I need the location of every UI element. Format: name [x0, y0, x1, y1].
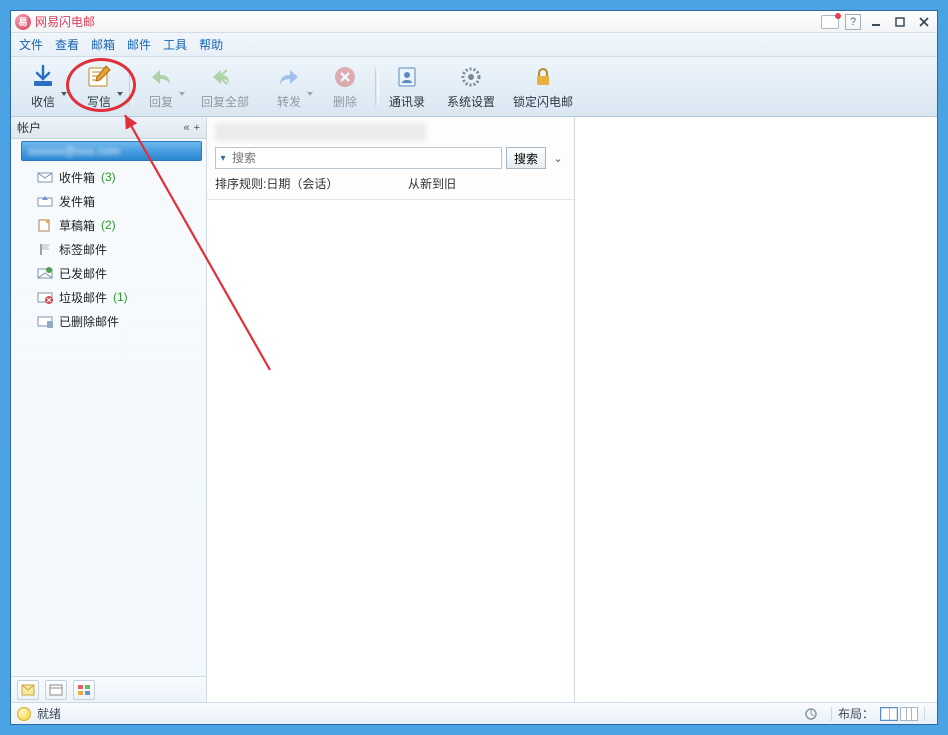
contacts-icon	[393, 63, 421, 91]
reply-button: 回复	[133, 60, 189, 114]
search-button[interactable]: 搜索	[506, 147, 546, 169]
folder-item[interactable]: 草稿箱 (2)	[37, 213, 206, 237]
bulb-icon	[17, 707, 31, 721]
menubar: 文件 查看 邮箱 邮件 工具 帮助	[11, 33, 937, 57]
folder-icon	[37, 217, 53, 233]
chevron-down-icon[interactable]	[117, 92, 123, 96]
chevron-down-icon	[307, 92, 313, 96]
compose-button[interactable]: 写信	[71, 60, 127, 114]
menu-view[interactable]: 查看	[55, 36, 79, 53]
folder-item[interactable]: 垃圾邮件 (1)	[37, 285, 206, 309]
minimize-button[interactable]	[867, 15, 885, 29]
sidebar-header: 帐户	[17, 119, 179, 136]
delete-icon	[331, 63, 359, 91]
reply-all-button: 回复全部	[189, 60, 261, 114]
sync-icon[interactable]	[803, 707, 819, 721]
chevron-down-icon	[179, 92, 185, 96]
contacts-button[interactable]: 通讯录	[379, 60, 435, 114]
toolbar: 收信 写信 回复 回复全部 转发	[11, 57, 937, 117]
folder-count: (1)	[113, 290, 128, 304]
status-text: 就绪	[37, 705, 61, 722]
layout-vertical-button[interactable]	[900, 707, 918, 721]
lock-button[interactable]: 锁定闪电邮	[507, 60, 579, 114]
maximize-button[interactable]	[891, 15, 909, 29]
collapse-left-icon[interactable]: «	[183, 122, 189, 134]
lock-icon	[529, 63, 557, 91]
folder-count: (2)	[101, 218, 116, 232]
notification-icon[interactable]	[821, 15, 839, 29]
message-list	[207, 200, 574, 702]
folder-item[interactable]: 已发邮件	[37, 261, 206, 285]
help-button[interactable]: ?	[845, 14, 861, 30]
folder-name: 发件箱	[59, 193, 95, 210]
search-input[interactable]	[230, 151, 501, 165]
folder-item[interactable]: 标签邮件	[37, 237, 206, 261]
folder-icon	[37, 193, 53, 209]
list-title	[215, 123, 426, 141]
sort-rule[interactable]: 排序规则:日期（会话）	[215, 175, 408, 192]
chevron-down-icon[interactable]	[61, 92, 67, 96]
account-row[interactable]: xxxxxx@xxx.com	[21, 141, 202, 161]
folder-name: 收件箱	[59, 169, 95, 186]
reply-all-icon	[211, 63, 239, 91]
expand-search-icon[interactable]: ⌄	[550, 150, 566, 166]
folder-icon	[37, 265, 53, 281]
folder-count: (3)	[101, 170, 116, 184]
folder-icon	[37, 289, 53, 305]
sidebar: 帐户 « + xxxxxx@xxx.com 收件箱 (3) 发件箱草稿箱 (2) 标…	[11, 117, 207, 702]
download-icon	[29, 63, 57, 91]
folder-name: 草稿箱	[59, 217, 95, 234]
folder-icon	[37, 241, 53, 257]
forward-button: 转发	[261, 60, 317, 114]
app-title: 网易闪电邮	[35, 13, 95, 30]
menu-mailbox[interactable]: 邮箱	[91, 36, 115, 53]
apps-tab-button[interactable]	[73, 680, 95, 700]
folder-item[interactable]: 收件箱 (3)	[37, 165, 206, 189]
menu-help[interactable]: 帮助	[199, 36, 223, 53]
calendar-tab-button[interactable]	[45, 680, 67, 700]
forward-icon	[275, 63, 303, 91]
folder-name: 垃圾邮件	[59, 289, 107, 306]
preview-pane	[575, 117, 937, 702]
folder-item[interactable]: 发件箱	[37, 189, 206, 213]
folder-item[interactable]: 已删除邮件	[37, 309, 206, 333]
compose-icon	[85, 63, 113, 91]
menu-mail[interactable]: 邮件	[127, 36, 151, 53]
folder-name: 已发邮件	[59, 265, 107, 282]
layout-label: 布局：	[838, 705, 874, 722]
menu-tools[interactable]: 工具	[163, 36, 187, 53]
folder-icon	[37, 169, 53, 185]
sort-order[interactable]: 从新到旧	[408, 175, 566, 192]
add-account-button[interactable]: +	[194, 122, 200, 134]
receive-button[interactable]: 收信	[15, 60, 71, 114]
gear-icon	[457, 63, 485, 91]
folder-name: 标签邮件	[59, 241, 107, 258]
layout-horizontal-button[interactable]	[880, 707, 898, 721]
delete-button: 删除	[317, 60, 373, 114]
reply-icon	[147, 63, 175, 91]
search-scope-dropdown[interactable]: ▾	[216, 153, 230, 164]
settings-button[interactable]: 系统设置	[435, 60, 507, 114]
message-list-pane: ▾ 搜索 ⌄ 排序规则:日期（会话） 从新到旧	[207, 117, 575, 702]
close-button[interactable]	[915, 15, 933, 29]
app-icon: 易	[15, 14, 31, 30]
folder-icon	[37, 313, 53, 329]
folder-name: 已删除邮件	[59, 313, 119, 330]
menu-file[interactable]: 文件	[19, 36, 43, 53]
mail-tab-button[interactable]	[17, 680, 39, 700]
